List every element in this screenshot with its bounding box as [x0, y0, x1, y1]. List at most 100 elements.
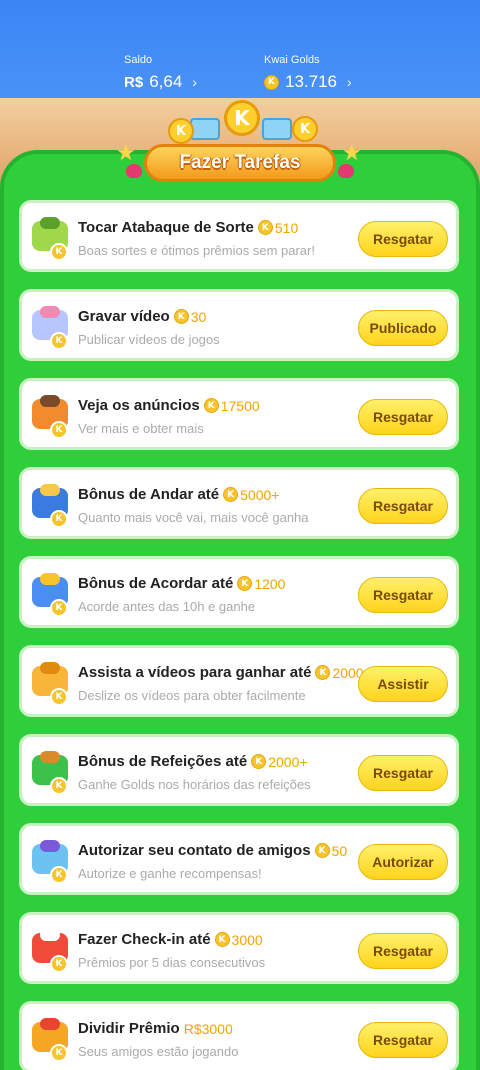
task-reward: K 17500	[203, 397, 260, 414]
video-camera-icon: K	[28, 304, 74, 350]
k-coin-icon: K	[168, 118, 194, 144]
task-reward-value: 30	[190, 308, 207, 325]
task-card: K Assista a vídeos para ganhar até K 200…	[19, 645, 459, 717]
golds-value: 13.716	[285, 72, 337, 91]
task-action-button[interactable]: Resgatar	[358, 399, 448, 435]
task-subtitle: Autorize e ganhe recompensas!	[78, 866, 262, 881]
task-title: Bônus de Refeições até	[78, 753, 248, 770]
meal-calendar-icon: K	[28, 749, 74, 795]
bird-icon	[338, 164, 354, 178]
gift-box-icon: K	[28, 1016, 74, 1062]
task-reward: K 2000+	[251, 753, 308, 770]
task-subtitle: Quanto mais você vai, mais você ganha	[78, 510, 309, 525]
k-coin-icon: K	[173, 309, 189, 324]
banner-ribbon: Fazer Tarefas	[144, 144, 336, 182]
task-title-row: Bônus de Andar até K 5000+	[78, 486, 279, 503]
k-coin-icon: K	[50, 1044, 68, 1062]
star-icon: ★	[116, 140, 136, 165]
task-card: K Tocar Atabaque de Sorte K 510 Boas sor…	[19, 200, 459, 272]
task-subtitle: Boas sortes e ótimos prêmios sem parar!	[78, 243, 315, 258]
task-action-button[interactable]: Autorizar	[358, 844, 448, 880]
task-reward-value: 1200	[254, 575, 286, 592]
k-coin-icon: K	[50, 599, 68, 617]
task-reward-value: 2000+	[268, 753, 308, 770]
task-title-row: Veja os anúncios K 17500	[78, 397, 260, 414]
task-subtitle: Ver mais e obter mais	[78, 421, 204, 436]
task-card: K Bônus de Refeições até K 2000+ Ganhe G…	[19, 734, 459, 806]
k-coin-icon: K	[50, 510, 68, 528]
k-coin-icon: K	[223, 487, 239, 502]
task-action-button[interactable]: Publicado	[358, 310, 448, 346]
gift-decoration-icon	[190, 118, 220, 140]
task-title: Autorizar seu contato de amigos	[78, 842, 311, 859]
k-coin-icon: K	[50, 421, 68, 439]
task-title: Gravar vídeo	[78, 308, 170, 325]
task-reward-value: 5000+	[240, 486, 280, 503]
task-reward: K 1200	[237, 576, 285, 592]
task-subtitle: Publicar vídeos de jogos	[78, 332, 220, 347]
task-title-row: Autorizar seu contato de amigos K 50	[78, 842, 347, 859]
task-reward: K 5000+	[223, 487, 279, 503]
task-title: Assista a vídeos para ganhar até	[78, 664, 312, 681]
task-action-button[interactable]: Assistir	[358, 666, 448, 702]
task-title-row: Tocar Atabaque de Sorte K 510	[78, 219, 298, 236]
task-subtitle: Prêmios por 5 dias consecutivos	[78, 955, 266, 970]
chevron-right-icon[interactable]: ›	[192, 74, 197, 90]
task-action-button[interactable]: Resgatar	[358, 488, 448, 524]
k-coin-icon: K	[50, 332, 68, 350]
k-coin-icon: K	[50, 777, 68, 795]
task-title: Bônus de Andar até	[78, 486, 220, 503]
task-card: K Veja os anúncios K 17500 Ver mais e ob…	[19, 378, 459, 450]
k-coin-icon: K	[314, 843, 330, 858]
task-action-button[interactable]: Resgatar	[358, 1022, 448, 1058]
task-card: K Bônus de Acordar até K 1200 Acorde ant…	[19, 556, 459, 628]
task-reward-value: R$3000	[183, 1020, 233, 1037]
drum-icon: K	[28, 215, 74, 261]
task-title-row: Bônus de Refeições até K 2000+	[78, 753, 308, 770]
k-coin-icon: K	[224, 100, 260, 136]
task-reward: K 510	[257, 219, 299, 236]
task-reward: K 2000	[315, 665, 364, 681]
k-coin-icon: K	[50, 243, 68, 261]
k-coin-icon: K	[50, 688, 68, 706]
bird-icon	[126, 164, 142, 178]
task-title-row: Fazer Check-in até K 3000	[78, 931, 263, 948]
task-subtitle: Acorde antes das 10h e ganhe	[78, 599, 256, 614]
task-subtitle: Deslize os vídeos para obter facilmente	[78, 688, 306, 703]
task-title: Fazer Check-in até	[78, 931, 211, 948]
star-icon: ★	[342, 140, 362, 165]
k-coin-icon: K	[315, 665, 331, 680]
task-action-button[interactable]: Resgatar	[358, 933, 448, 969]
golds-stat[interactable]: Kwai Golds K 13.716 ›	[264, 54, 352, 92]
moon-icon: K	[28, 571, 74, 617]
k-coin-icon: K	[251, 754, 267, 769]
task-reward-value: 510	[274, 219, 299, 236]
task-card: K Autorizar seu contato de amigos K 50 A…	[19, 823, 459, 895]
task-title-row: Gravar vídeo K 30	[78, 308, 206, 325]
k-coin-icon: K	[50, 866, 68, 884]
task-title: Dividir Prêmio	[78, 1020, 180, 1037]
k-coin-icon: K	[264, 74, 279, 90]
golds-label: Kwai Golds	[264, 54, 320, 66]
task-title-row: Assista a vídeos para ganhar até K 2000	[78, 664, 364, 681]
k-coin-icon: K	[237, 576, 253, 591]
task-action-button[interactable]: Resgatar	[358, 221, 448, 257]
top-bar: Saldo R$ 6,64 › Kwai Golds K 13.716 ›	[0, 0, 480, 100]
task-title: Bônus de Acordar até	[78, 575, 234, 592]
k-coin-icon: K	[214, 932, 230, 947]
k-coin-icon: K	[257, 220, 273, 235]
task-reward: K 30	[173, 308, 207, 325]
task-action-button[interactable]: Resgatar	[358, 755, 448, 791]
tv-icon: K	[28, 393, 74, 439]
calendar-icon: K	[28, 927, 74, 973]
k-coin-icon: K	[292, 116, 318, 142]
task-action-button[interactable]: Resgatar	[358, 577, 448, 613]
task-reward-value: 17500	[220, 397, 260, 414]
tasks-banner: K K K ★ ★ Fazer Tarefas	[110, 100, 370, 186]
banner-title: Fazer Tarefas	[179, 152, 301, 173]
saldo-value: 6,64	[149, 72, 183, 91]
k-coin-icon: K	[50, 955, 68, 973]
saldo-label: Saldo	[124, 54, 153, 66]
saldo-stat[interactable]: Saldo R$ 6,64 ›	[124, 54, 197, 92]
chevron-right-icon[interactable]: ›	[347, 74, 352, 90]
